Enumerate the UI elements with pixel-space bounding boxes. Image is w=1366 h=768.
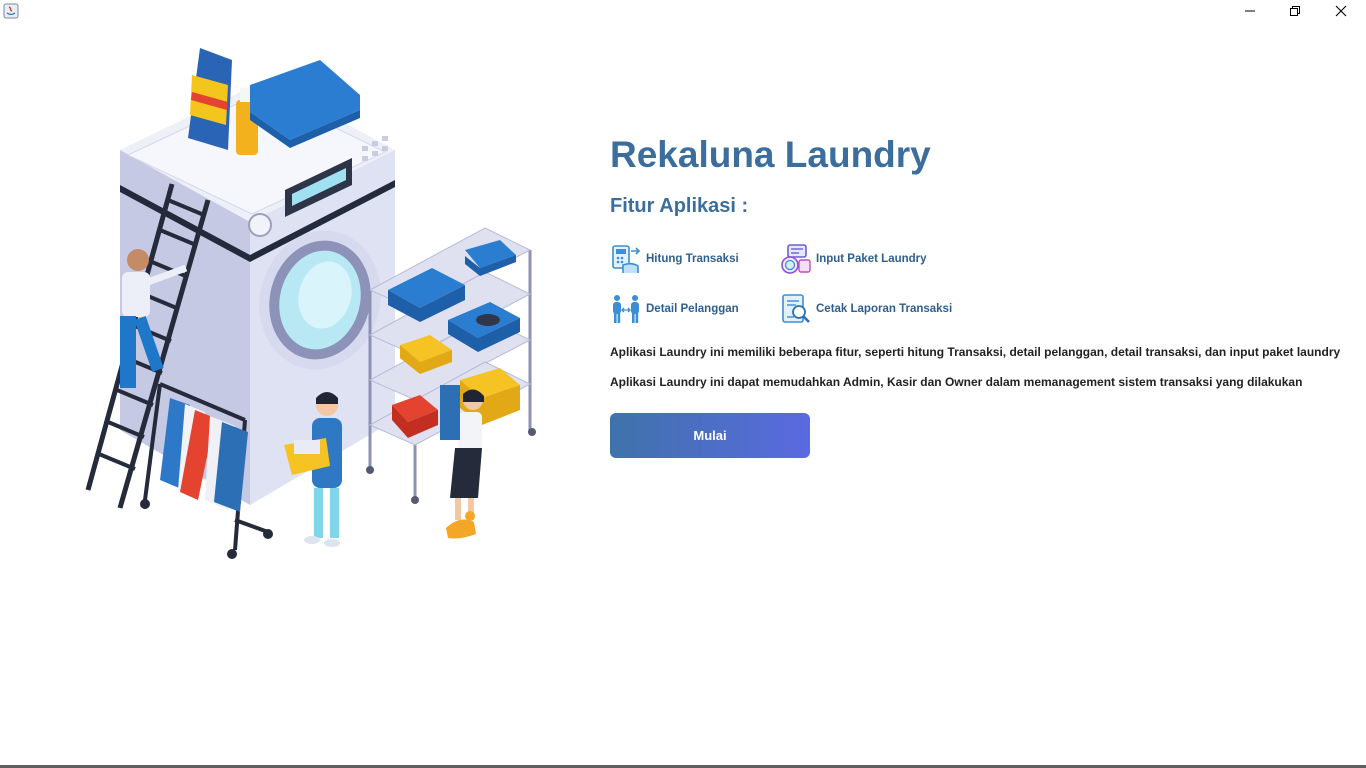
laundry-package-icon bbox=[781, 244, 811, 274]
feature-label: Hitung Transaksi bbox=[646, 253, 739, 265]
feature-input-paket-laundry: Input Paket Laundry bbox=[780, 243, 927, 275]
feature-cetak-laporan-transaksi: Cetak Laporan Transaksi bbox=[780, 293, 952, 325]
laundry-illustration bbox=[85, 48, 536, 559]
feature-label: Cetak Laporan Transaksi bbox=[816, 303, 953, 315]
close-icon bbox=[1335, 5, 1347, 17]
start-button[interactable]: Mulai bbox=[610, 413, 810, 458]
features-heading: Fitur Aplikasi : bbox=[610, 195, 749, 217]
minimize-button[interactable] bbox=[1227, 0, 1273, 22]
report-icon bbox=[782, 294, 810, 323]
description-features: Aplikasi Laundry ini memiliki beberapa f… bbox=[610, 345, 1341, 359]
window-titlebar bbox=[0, 0, 1366, 22]
close-button[interactable] bbox=[1318, 0, 1364, 22]
java-app-icon bbox=[3, 3, 19, 19]
calculate-transaction-icon bbox=[612, 245, 641, 273]
app-title: Rekaluna Laundry bbox=[610, 134, 931, 175]
feature-detail-pelanggan: Detail Pelanggan bbox=[610, 293, 739, 325]
feature-hitung-transaksi: Hitung Transaksi bbox=[610, 243, 739, 275]
restore-button[interactable] bbox=[1272, 0, 1318, 22]
feature-label: Detail Pelanggan bbox=[646, 303, 739, 315]
feature-label: Input Paket Laundry bbox=[816, 253, 927, 265]
restore-icon bbox=[1290, 6, 1300, 16]
description-benefits: Aplikasi Laundry ini dapat memudahkan Ad… bbox=[610, 375, 1303, 389]
minimize-icon bbox=[1245, 10, 1255, 12]
customer-icon bbox=[613, 295, 639, 323]
